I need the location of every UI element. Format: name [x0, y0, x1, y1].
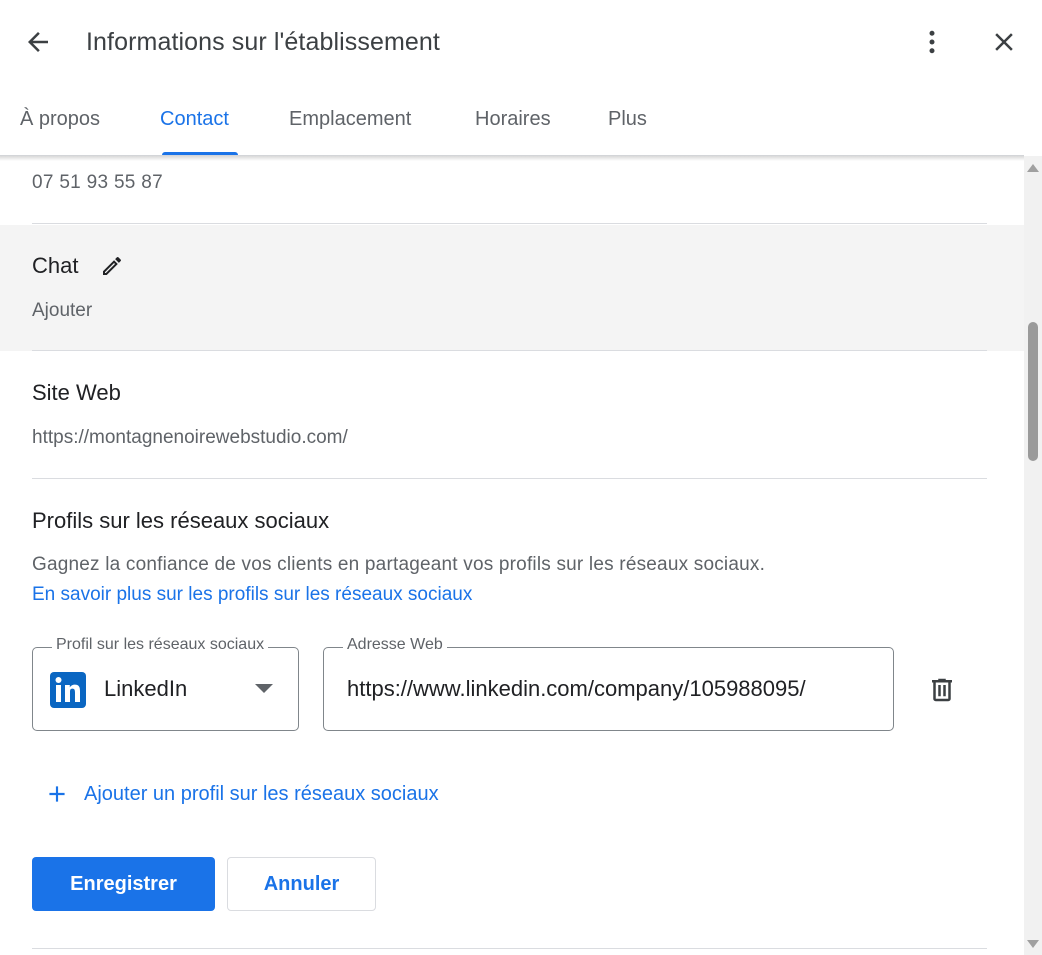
scroll-up-arrow-icon[interactable]	[1027, 164, 1039, 172]
chat-section[interactable]	[0, 225, 1024, 351]
more-vert-icon	[929, 30, 935, 54]
close-icon	[995, 33, 1013, 51]
social-profiles-title: Profils sur les réseaux sociaux	[32, 508, 330, 533]
chat-value: Ajouter	[32, 300, 93, 321]
website-title: Site Web	[32, 380, 121, 405]
chevron-down-icon	[255, 684, 273, 693]
dialog-header: Informations sur l'établissement	[0, 0, 1042, 84]
trash-icon	[932, 678, 952, 702]
delete-profile-button[interactable]	[920, 670, 964, 710]
edit-chat-button[interactable]	[98, 252, 126, 280]
chat-title: Chat	[32, 253, 79, 278]
tab-a-propos[interactable]: À propos	[20, 108, 100, 131]
tab-bar: À propos Contact Emplacement Horaires Pl…	[0, 84, 1042, 156]
arrow-left-icon	[28, 32, 48, 52]
linkedin-logo-icon	[50, 672, 86, 708]
close-button[interactable]	[984, 24, 1024, 60]
page-title: Informations sur l'établissement	[86, 28, 440, 56]
vertical-scrollbar[interactable]	[1024, 156, 1042, 955]
social-network-label: Profil sur les réseaux sociaux	[52, 636, 269, 654]
scroll-down-arrow-icon[interactable]	[1027, 940, 1039, 948]
divider	[32, 948, 987, 949]
profile-url-input[interactable]	[347, 674, 871, 704]
scrollbar-thumb[interactable]	[1028, 322, 1038, 461]
tab-contact[interactable]: Contact	[160, 108, 229, 131]
divider	[32, 478, 987, 479]
cancel-button[interactable]: Annuler	[227, 857, 376, 911]
website-value: https://montagnenoirewebstudio.com/	[32, 427, 348, 448]
tab-horaires[interactable]: Horaires	[475, 108, 551, 131]
more-options-button[interactable]	[914, 24, 950, 60]
social-profiles-description: Gagnez la confiance de vos clients en pa…	[32, 554, 766, 575]
social-network-select[interactable]: Profil sur les réseaux sociaux LinkedIn	[32, 636, 299, 731]
profile-url-field[interactable]: Adresse Web	[323, 636, 894, 731]
contact-content: 07 51 93 55 87 Chat Ajouter Site Web htt…	[0, 156, 1024, 955]
save-button[interactable]: Enregistrer	[32, 857, 215, 911]
pencil-icon	[103, 256, 122, 275]
divider	[32, 223, 987, 224]
add-social-profile-label: Ajouter un profil sur les réseaux sociau…	[84, 782, 439, 805]
profile-url-label: Adresse Web	[343, 636, 447, 654]
tab-plus[interactable]: Plus	[608, 108, 647, 131]
plus-icon	[49, 786, 65, 802]
divider	[32, 350, 987, 351]
add-social-profile-button[interactable]: Ajouter un profil sur les réseaux sociau…	[44, 779, 439, 809]
phone-value: 07 51 93 55 87	[32, 172, 163, 193]
learn-more-link[interactable]: En savoir plus sur les profils sur les r…	[32, 584, 472, 606]
back-button[interactable]	[18, 24, 58, 60]
tab-emplacement[interactable]: Emplacement	[289, 108, 411, 131]
social-network-value: LinkedIn	[104, 676, 188, 701]
